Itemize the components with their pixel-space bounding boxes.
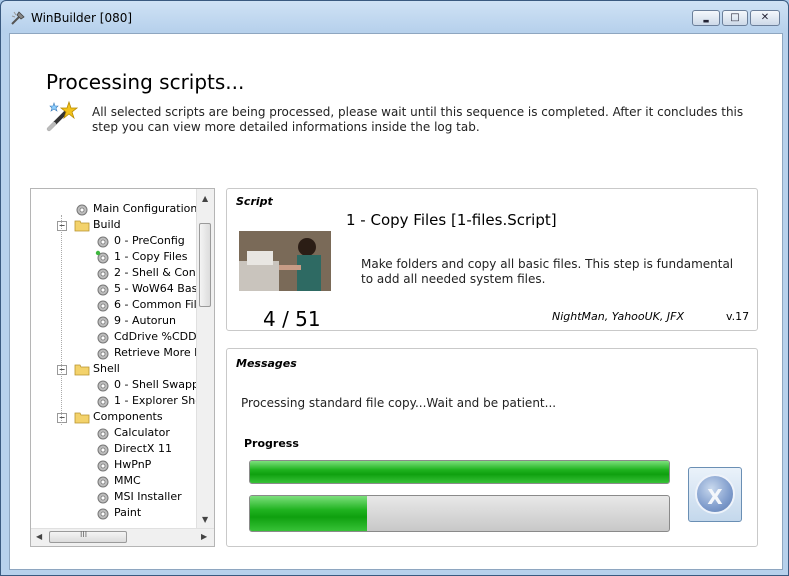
tree-vscroll-thumb[interactable] <box>199 223 211 307</box>
tree-item-label: MSI Installer <box>114 490 182 503</box>
abort-button[interactable]: X <box>688 467 742 522</box>
tree-horizontal-scrollbar[interactable]: ◀ III ▶ <box>31 528 214 546</box>
winbuilder-app-icon <box>11 11 25 25</box>
gear-icon <box>97 444 109 456</box>
script-progress-bar <box>249 495 670 532</box>
gear-icon <box>97 380 109 392</box>
gear-icon <box>97 268 109 280</box>
script-group-title: Script <box>236 195 273 208</box>
overall-progress-bar <box>249 460 670 484</box>
tree-hscroll-thumb[interactable]: III <box>49 530 127 543</box>
tree-item-label: Main Configuration <box>93 202 198 215</box>
minimize-icon: ▬ <box>702 17 710 25</box>
gear-icon <box>95 250 109 264</box>
gear-icon <box>97 396 109 408</box>
messages-group: Messages Processing standard file copy..… <box>226 348 758 547</box>
tree-item-label: Calculator <box>114 426 170 439</box>
scroll-left-icon[interactable]: ◀ <box>36 532 42 541</box>
cancel-x-glyph: X <box>707 485 723 509</box>
tree-item-label: Paint <box>114 506 142 519</box>
tree-item-label: Shell <box>93 362 120 375</box>
tree-item-label: 6 - Common Files <box>114 298 210 311</box>
gear-icon <box>97 492 109 504</box>
gear-icon <box>97 284 109 296</box>
window-title: WinBuilder [080] <box>31 11 133 25</box>
script-title: 1 - Copy Files [1-files.Script] <box>346 211 557 229</box>
minimize-button[interactable]: ▬ <box>692 10 720 26</box>
folder-icon <box>74 412 90 424</box>
close-icon: ✕ <box>760 12 770 23</box>
tree-item-label: 5 - WoW64 Basic <box>114 282 207 295</box>
tree-item-label: Components <box>93 410 163 423</box>
scroll-grip-icon: III <box>80 530 88 539</box>
script-thumbnail-art <box>239 231 331 291</box>
scroll-right-icon[interactable]: ▶ <box>201 532 207 541</box>
tree-item-label: 0 - PreConfig <box>114 234 185 247</box>
tree-item-label: MMC <box>114 474 141 487</box>
title-bar[interactable]: WinBuilder [080] ▬ □ ✕ <box>1 1 788 33</box>
progress-label: Progress <box>244 437 299 450</box>
tree-vertical-scrollbar[interactable]: ▲ ▼ <box>196 189 214 529</box>
gear-icon <box>97 460 109 472</box>
page-description: All selected scripts are being processed… <box>92 105 744 134</box>
gear-icon <box>97 300 109 312</box>
gear-icon <box>97 236 109 248</box>
close-button[interactable]: ✕ <box>750 10 780 26</box>
overall-progress-fill <box>250 461 669 483</box>
status-message: Processing standard file copy...Wait and… <box>241 396 557 410</box>
gear-icon <box>97 348 109 360</box>
script-thumbnail <box>239 231 331 291</box>
tree-item-label: DirectX 11 <box>114 442 172 455</box>
script-authors: NightMan, YahooUK, JFX <box>552 310 684 323</box>
gear-icon <box>97 508 109 520</box>
maximize-button[interactable]: □ <box>722 10 748 26</box>
gear-icon <box>76 204 88 216</box>
magic-wand-icon <box>47 100 79 131</box>
script-group: Script 1 - Copy Files [1-files.Script] M… <box>226 188 758 331</box>
tree-item-label: 9 - Autorun <box>114 314 176 327</box>
gear-icon <box>97 428 109 440</box>
tree-item-label: Build <box>93 218 121 231</box>
tree-item-label: 1 - Explorer Shell <box>114 394 209 407</box>
main-window: WinBuilder [080] ▬ □ ✕ Processing script… <box>0 0 789 576</box>
gear-icon <box>97 332 109 344</box>
tree-item-label: HwPnP <box>114 458 152 471</box>
script-description: Make folders and copy all basic files. T… <box>361 257 734 286</box>
tree-connector-lines <box>61 215 63 425</box>
page-heading: Processing scripts... <box>46 70 245 94</box>
maximize-icon: □ <box>730 12 740 23</box>
tree-item-label: Retrieve More Lo <box>114 346 207 359</box>
gear-icon <box>97 476 109 488</box>
folder-icon <box>74 364 90 376</box>
script-counter: 4 / 51 <box>263 307 321 331</box>
wizard-page: Processing scripts... All selected scrip… <box>9 33 783 570</box>
gear-icon <box>97 316 109 328</box>
scroll-up-icon[interactable]: ▲ <box>202 194 208 203</box>
script-progress-fill <box>250 496 368 531</box>
script-version: v.17 <box>726 310 750 323</box>
messages-group-title: Messages <box>236 357 297 370</box>
script-tree[interactable]: Main Configuration − Build 0 - PreConfig 1 -… <box>30 188 215 547</box>
scroll-down-icon[interactable]: ▼ <box>202 515 208 524</box>
cancel-x-icon: X <box>695 474 735 514</box>
folder-icon <box>74 220 90 232</box>
tree-item-label: 1 - Copy Files <box>114 250 188 263</box>
